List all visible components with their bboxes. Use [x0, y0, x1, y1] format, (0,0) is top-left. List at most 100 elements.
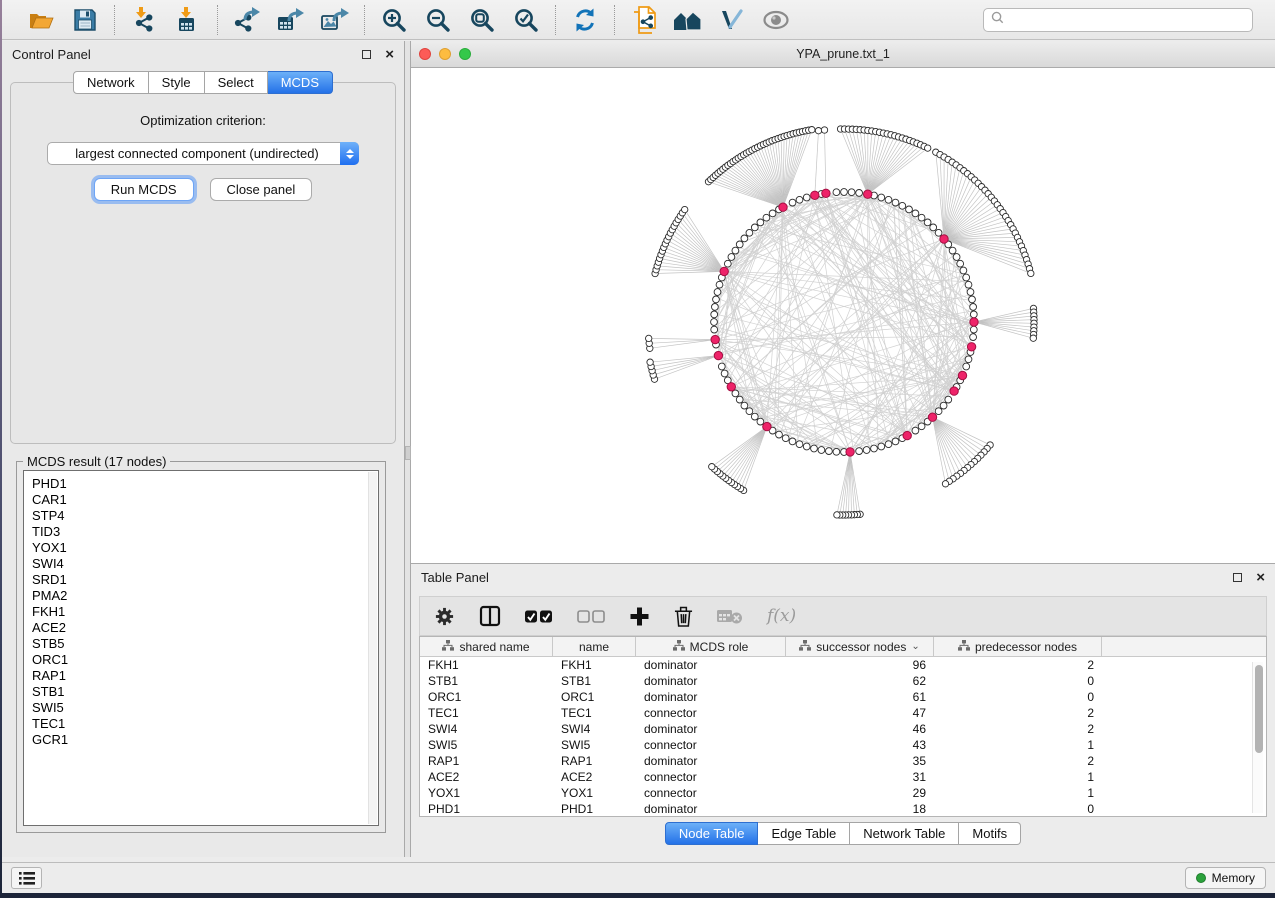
column-type-icon	[958, 640, 970, 654]
column-header-predecessor-nodes[interactable]: predecessor nodes	[934, 637, 1102, 656]
search-input[interactable]	[1004, 13, 1245, 27]
table-row[interactable]: STB1STB1dominator620	[420, 673, 1266, 689]
column-type-icon	[442, 640, 454, 654]
table-cell: YOX1	[420, 786, 553, 800]
mcds-result-item[interactable]: PHD1	[32, 476, 370, 492]
network-window: YPA_prune.txt_1	[411, 41, 1275, 563]
table-tab-node-table[interactable]: Node Table	[665, 822, 759, 845]
optimization-criterion-select[interactable]: largest connected component (undirected)	[47, 142, 359, 165]
add-icon[interactable]	[629, 606, 650, 627]
gear-icon[interactable]	[434, 606, 455, 627]
mcds-result-item[interactable]: TEC1	[32, 716, 370, 732]
column-header-shared-name[interactable]: shared name	[420, 637, 553, 656]
import-network-icon[interactable]	[129, 5, 159, 35]
node-table: shared namenameMCDS role successor nodes ⌄…	[419, 636, 1267, 817]
table-cell: 47	[786, 706, 934, 720]
network-canvas[interactable]	[411, 68, 1275, 563]
sort-indicator-icon[interactable]: ⌄	[911, 641, 919, 652]
export-image-icon[interactable]	[320, 5, 350, 35]
delete-table-icon	[717, 607, 743, 625]
tab-style[interactable]: Style	[149, 71, 205, 94]
table-cell: 0	[934, 690, 1102, 704]
eye-icon[interactable]	[761, 5, 791, 35]
mcds-result-item[interactable]: RAP1	[32, 668, 370, 684]
zoom-out-icon[interactable]	[423, 5, 453, 35]
result-list-scrollbar[interactable]	[368, 472, 377, 824]
tab-network[interactable]: Network	[73, 71, 149, 94]
table-scrollbar[interactable]	[1252, 662, 1263, 813]
clone-network-icon[interactable]	[629, 5, 659, 35]
mcds-result-item[interactable]: SWI4	[32, 556, 370, 572]
table-row[interactable]: SWI5SWI5connector431	[420, 737, 1266, 753]
table-panel-title: Table Panel	[421, 570, 489, 585]
table-cell: connector	[636, 706, 786, 720]
table-tab-motifs[interactable]: Motifs	[959, 822, 1021, 845]
mcds-result-item[interactable]: ACE2	[32, 620, 370, 636]
zoom-fit-icon[interactable]	[467, 5, 497, 35]
mcds-result-item[interactable]: FKH1	[32, 604, 370, 620]
task-history-button[interactable]	[11, 867, 42, 889]
float-table-panel-icon[interactable]	[1233, 573, 1242, 582]
refresh-icon[interactable]	[570, 5, 600, 35]
table-cell: SWI4	[553, 722, 636, 736]
table-cell: 2	[934, 722, 1102, 736]
column-header-name[interactable]: name	[553, 637, 636, 656]
table-cell: STB1	[553, 674, 636, 688]
mcds-result-item[interactable]: GCR1	[32, 732, 370, 748]
mcds-result-item[interactable]: STP4	[32, 508, 370, 524]
zoom-selected-icon[interactable]	[511, 5, 541, 35]
mcds-result-item[interactable]: STB1	[32, 684, 370, 700]
export-table-icon[interactable]	[276, 5, 306, 35]
float-panel-icon[interactable]	[362, 50, 371, 59]
vizmapper-icon[interactable]	[717, 5, 747, 35]
memory-button[interactable]: Memory	[1185, 867, 1266, 889]
close-panel-button[interactable]: Close panel	[210, 178, 313, 201]
open-file-icon[interactable]	[26, 5, 56, 35]
table-tab-network-table[interactable]: Network Table	[850, 822, 959, 845]
network-graph[interactable]	[411, 68, 1275, 563]
mcds-result-item[interactable]: CAR1	[32, 492, 370, 508]
home-networks-icon[interactable]	[673, 5, 703, 35]
delete-icon[interactable]	[674, 605, 693, 628]
close-panel-icon[interactable]: ×	[385, 50, 394, 59]
save-session-icon[interactable]	[70, 5, 100, 35]
table-cell: 35	[786, 754, 934, 768]
mcds-result-item[interactable]: STB5	[32, 636, 370, 652]
mcds-result-item[interactable]: PMA2	[32, 588, 370, 604]
tab-mcds[interactable]: MCDS	[268, 71, 333, 94]
table-row[interactable]: ORC1ORC1dominator610	[420, 689, 1266, 705]
mcds-result-item[interactable]: YOX1	[32, 540, 370, 556]
export-network-icon[interactable]	[232, 5, 262, 35]
memory-status-icon	[1196, 873, 1206, 883]
table-row[interactable]: PHD1PHD1dominator180	[420, 801, 1266, 817]
table-scrollbar-thumb[interactable]	[1255, 665, 1263, 753]
search-field[interactable]	[983, 8, 1253, 32]
mcds-result-list[interactable]: PHD1CAR1STP4TID3YOX1SWI4SRD1PMA2FKH1ACE2…	[23, 470, 379, 826]
table-row[interactable]: RAP1RAP1dominator352	[420, 753, 1266, 769]
control-panel-titlebar: Control Panel ×	[2, 41, 404, 67]
table-row[interactable]: ACE2ACE2connector311	[420, 769, 1266, 785]
deselect-all-icon[interactable]	[577, 609, 605, 624]
table-panel-tabs: Node TableEdge TableNetwork TableMotifs	[411, 822, 1275, 845]
table-row[interactable]: FKH1FKH1dominator962	[420, 657, 1266, 673]
column-label: successor nodes	[816, 640, 906, 654]
mcds-result-item[interactable]: SRD1	[32, 572, 370, 588]
zoom-in-icon[interactable]	[379, 5, 409, 35]
table-tab-edge-table[interactable]: Edge Table	[758, 822, 850, 845]
tab-select[interactable]: Select	[205, 71, 268, 94]
close-table-panel-icon[interactable]: ×	[1256, 573, 1265, 582]
table-row[interactable]: SWI4SWI4dominator462	[420, 721, 1266, 737]
run-mcds-button[interactable]: Run MCDS	[94, 178, 194, 201]
mcds-result-item[interactable]: TID3	[32, 524, 370, 540]
mcds-result-item[interactable]: SWI5	[32, 700, 370, 716]
mcds-result-item[interactable]: ORC1	[32, 652, 370, 668]
import-table-icon[interactable]	[173, 5, 203, 35]
columns-icon[interactable]	[479, 605, 501, 627]
column-header-successor-nodes[interactable]: successor nodes ⌄	[786, 637, 934, 656]
table-row[interactable]: TEC1TEC1connector472	[420, 705, 1266, 721]
table-cell: FKH1	[420, 658, 553, 672]
table-cell: dominator	[636, 722, 786, 736]
column-header-MCDS-role[interactable]: MCDS role	[636, 637, 786, 656]
select-all-icon[interactable]	[525, 609, 553, 624]
table-row[interactable]: YOX1YOX1connector291	[420, 785, 1266, 801]
